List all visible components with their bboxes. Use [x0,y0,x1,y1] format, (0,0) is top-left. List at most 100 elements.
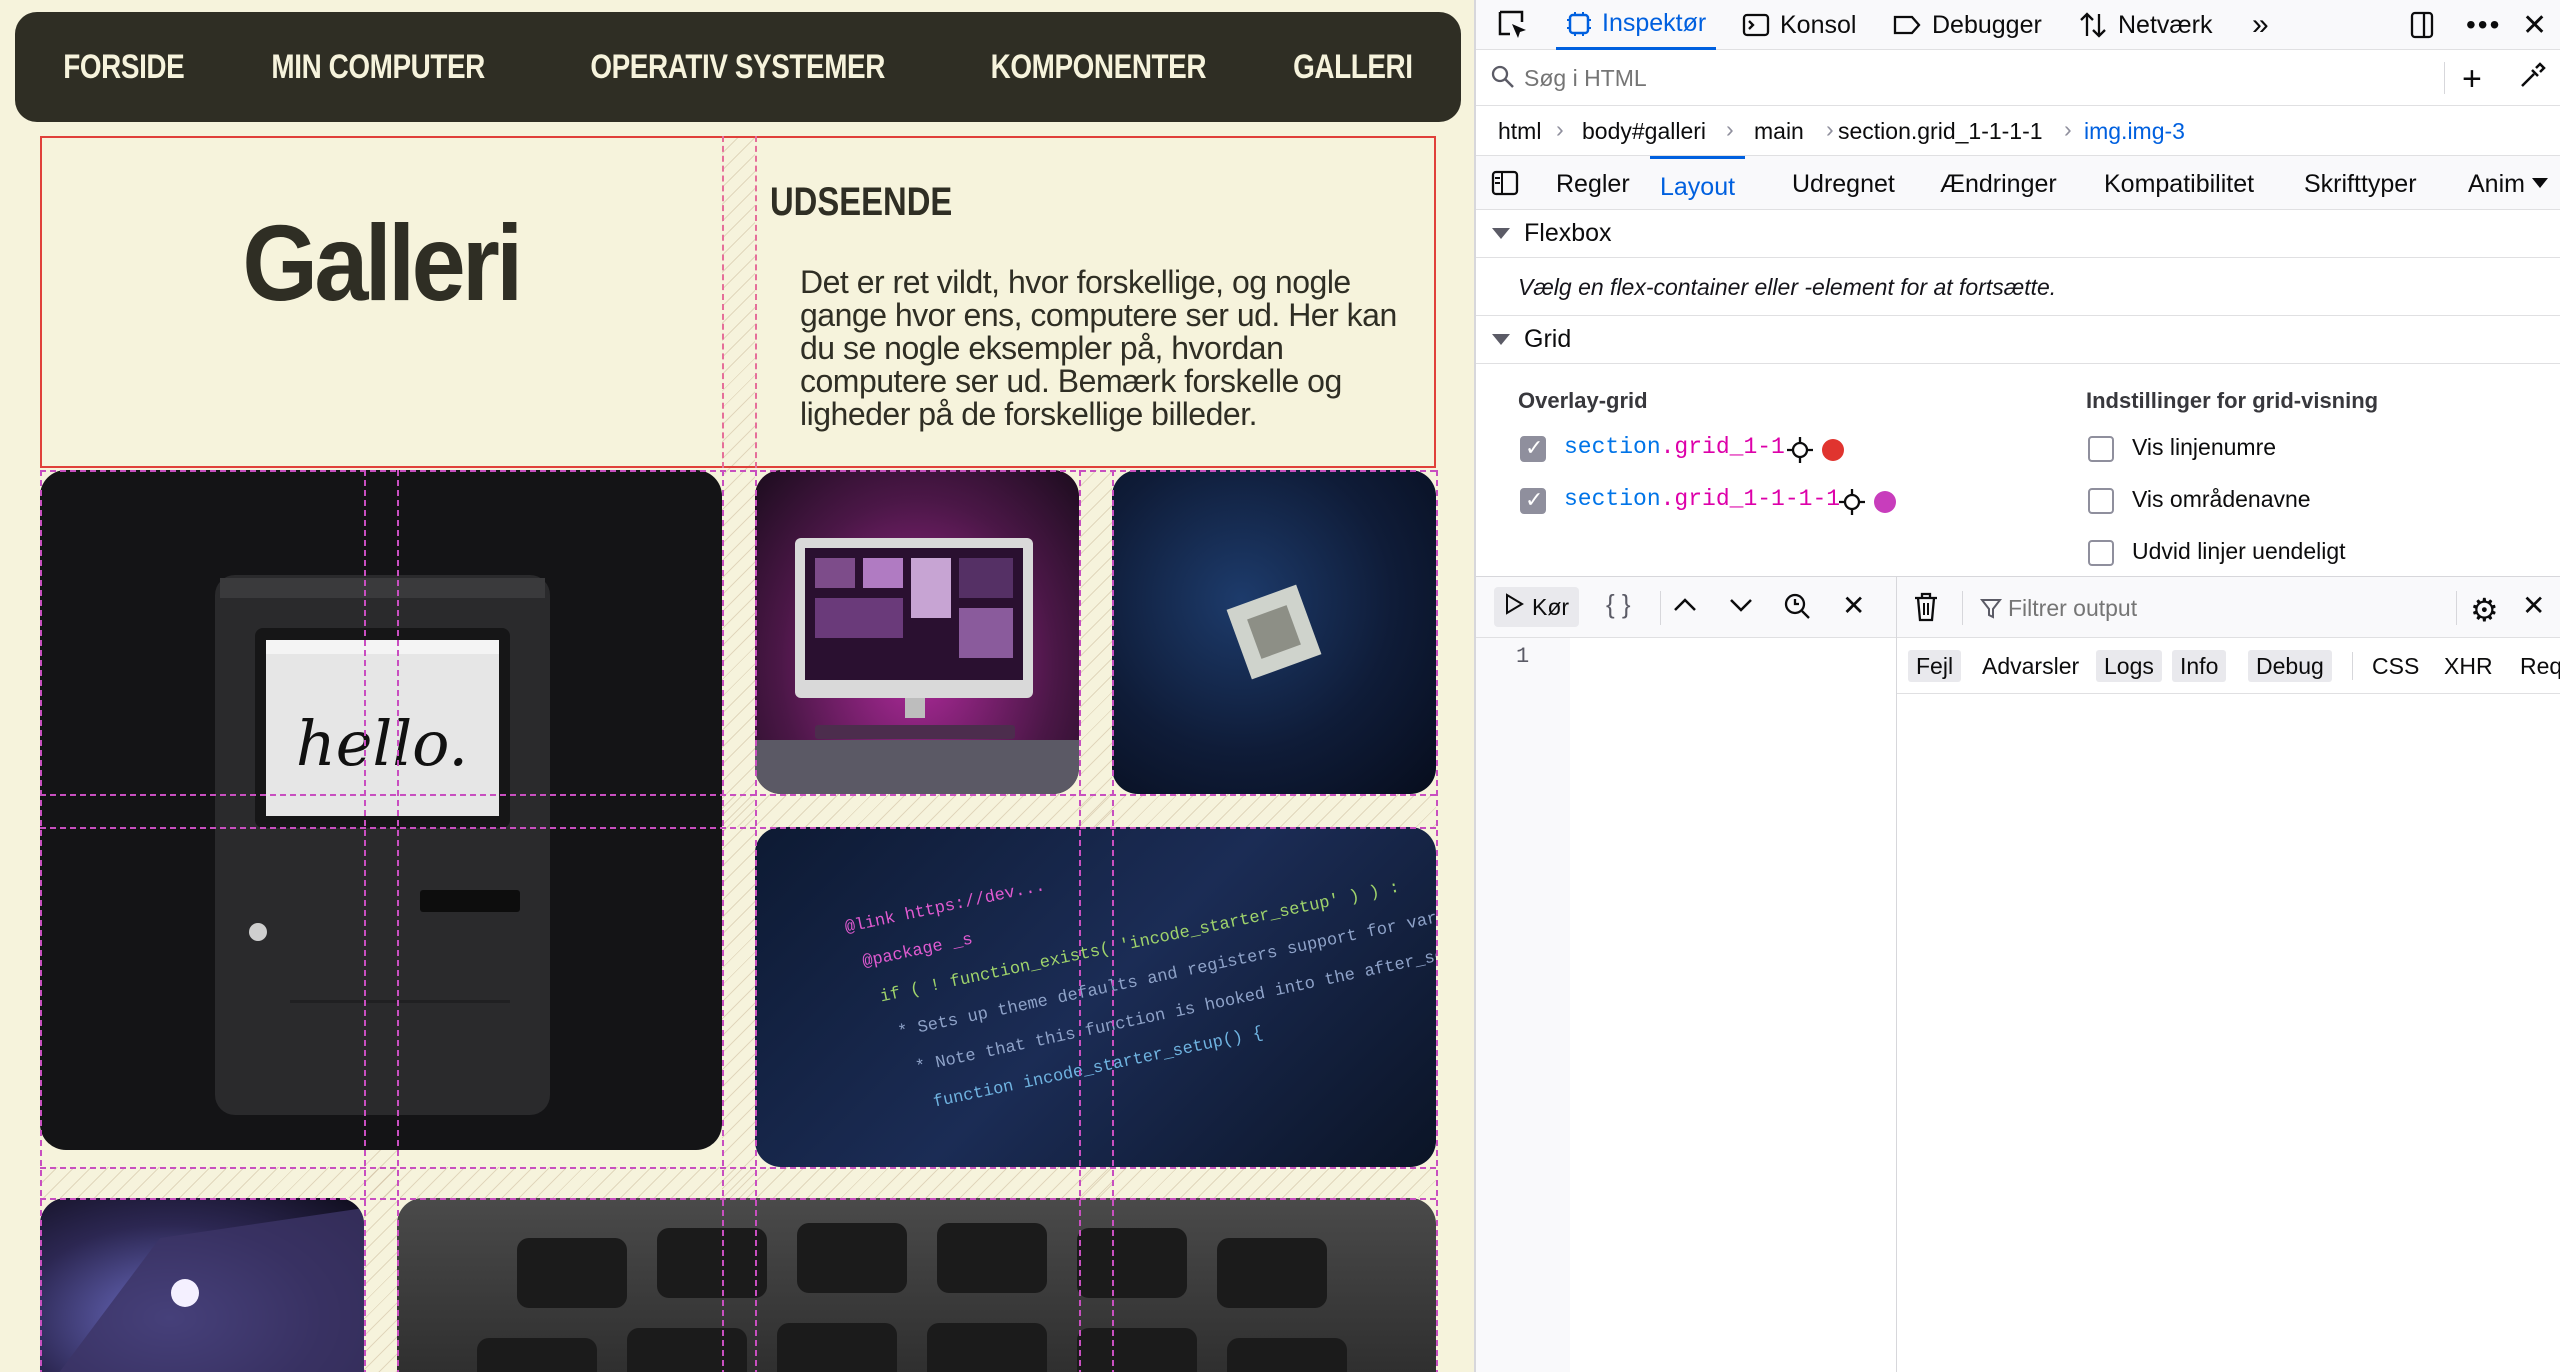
overlay-label-grid-1-1[interactable]: section.grid_1-1 [1564,434,1785,460]
divider [1896,577,1897,639]
chevron-right-icon: › [1556,116,1564,142]
tab-udregnet[interactable]: Udregnet [1792,170,1895,199]
filter-debug[interactable]: Debug [2248,650,2332,682]
grid-gap-overlay [40,1167,1436,1198]
tab-kompatibilitet[interactable]: Kompatibilitet [2104,170,2254,199]
macintosh-image[interactable]: hello. [40,470,722,1150]
dock-side-icon[interactable] [2408,0,2438,50]
overlay-color-swatch[interactable] [1874,491,1896,513]
tab-layout[interactable]: Layout [1650,156,1746,210]
chevron-right-icon: › [1826,116,1834,142]
run-button[interactable]: Kør [1494,587,1580,627]
tab-animationer[interactable]: Anima [2468,170,2526,199]
chip-illustration [1226,584,1322,680]
breadcrumb-item[interactable]: html [1498,118,1541,145]
macintosh-illustration: hello. [215,575,550,1115]
tab-debugger-label: Debugger [1932,10,2042,39]
show-area-names-label[interactable]: Vis områdenavne [2132,486,2311,513]
tab-debugger[interactable]: Debugger [1892,0,2042,50]
overflow-dropdown-icon[interactable] [2532,178,2548,188]
grid-line [40,1198,1436,1200]
nav-link-min-computer[interactable]: MIN COMPUTER [271,48,485,87]
filter-fejl[interactable]: Fejl [1908,650,1962,682]
filter-advarsler[interactable]: Advarsler [1982,650,2079,682]
eyedropper-icon[interactable] [2516,62,2546,92]
filter-logs[interactable]: Logs [2096,650,2162,682]
html-search-bar: + [1476,50,2560,106]
element-picker-icon[interactable] [1496,0,1530,50]
flexbox-section-header[interactable]: Flexbox [1476,210,2560,258]
reverse-search-icon[interactable] [1782,591,1812,626]
history-up-icon[interactable] [1672,595,1698,620]
debugger-icon [1892,12,1922,38]
pretty-print-icon[interactable]: { } [1606,589,1631,620]
breadcrumb-item[interactable]: section.grid_1-1-1-1 [1838,118,2043,145]
grid-line [755,136,757,468]
html-search-input[interactable] [1524,60,2404,96]
grid-section-header[interactable]: Grid [1476,316,2560,364]
filter-requests[interactable]: Req [2520,650,2560,682]
desk-setup-image[interactable] [755,470,1079,794]
close-devtools-icon[interactable]: ✕ [2522,0,2547,50]
trash-icon[interactable] [1912,591,1940,628]
nav-link-forside[interactable]: FORSIDE [63,48,184,87]
tab-inspektor-label: Inspektør [1602,9,1707,37]
tab-regler[interactable]: Regler [1556,170,1630,199]
tab-aendringer[interactable]: Ændringer [1940,170,2057,199]
grid-line [40,827,1436,829]
nav-link-galleri[interactable]: GALLERI [1293,48,1413,87]
extend-lines-label[interactable]: Udvid linjer uendeligt [2132,538,2346,565]
filter-xhr[interactable]: XHR [2444,650,2493,682]
divider [2352,652,2353,680]
nav-link-operativ-systemer[interactable]: OPERATIV SYSTEMER [590,48,885,87]
grid-line [1112,470,1114,1372]
overlay-checkbox-grid-1-1-1-1[interactable] [1520,487,1546,514]
laptop-image[interactable] [40,1198,364,1372]
tab-netvaerk-label: Netværk [2118,10,2213,39]
console-filter-input[interactable] [2008,591,2428,625]
extend-lines-checkbox[interactable] [2088,540,2114,566]
filter-css[interactable]: CSS [2372,650,2419,682]
history-down-icon[interactable] [1728,595,1754,620]
show-area-names-checkbox[interactable] [2088,488,2114,514]
grid-settings-heading: Indstillinger for grid-visning [2086,388,2379,413]
add-node-icon[interactable]: + [2462,60,2482,99]
code-screen-image[interactable]: @link https://dev... @package _s if ( ! … [755,827,1436,1167]
caret-down-icon [1492,334,1510,345]
breadcrumb-item[interactable]: main [1754,118,1804,145]
show-line-numbers-label[interactable]: Vis linjenumre [2132,434,2276,461]
more-tabs-chevron-icon[interactable]: » [2252,0,2269,50]
breadcrumb: html › body#galleri › main › section.gri… [1476,106,2560,156]
play-icon [1504,593,1524,621]
highlight-crosshair-icon[interactable] [1786,436,1814,469]
more-options-icon[interactable]: ••• [2466,0,2501,50]
gear-icon[interactable]: ⚙ [2470,591,2499,629]
code-illustration: @link https://dev... @package _s if ( ! … [843,877,1436,1112]
search-icon [1490,64,1516,90]
overlay-label-grid-1-1-1-1[interactable]: section.grid_1-1-1-1 [1564,486,1840,512]
close-console-icon[interactable]: ✕ [2522,589,2545,622]
toggle-pane-icon[interactable] [1490,168,1520,205]
intro-text: Det er ret vildt, hvor forskellige, og n… [800,264,1397,432]
tab-skrifttyper[interactable]: Skrifttyper [2304,170,2417,199]
grid-line [364,470,366,1372]
overlay-checkbox-grid-1-1[interactable] [1520,435,1546,462]
tab-inspektor[interactable]: Inspektør [1556,0,1717,50]
overlay-color-swatch[interactable] [1822,439,1844,461]
console-editor[interactable] [1570,638,1896,1372]
show-line-numbers-checkbox[interactable] [2088,436,2114,462]
keyboard-image[interactable] [397,1198,1436,1372]
grid-line [40,794,1436,796]
highlight-crosshair-icon[interactable] [1838,488,1866,521]
grid-line [1436,470,1438,1372]
tab-konsol[interactable]: Konsol [1742,0,1856,50]
breadcrumb-item[interactable]: body#galleri [1582,118,1706,145]
nav-link-komponenter[interactable]: KOMPONENTER [991,48,1207,87]
cpu-chip-image[interactable] [1112,470,1436,794]
mac-screen-text: hello. [296,707,468,780]
tab-netvaerk[interactable]: Netværk [2078,0,2212,50]
breadcrumb-item-selected[interactable]: img.img-3 [2084,118,2185,145]
close-editor-icon[interactable]: ✕ [1842,589,1865,622]
filter-info[interactable]: Info [2172,650,2227,682]
devtools-panel: Inspektør Konsol Debugger Netværk » ••• … [1474,0,2560,1372]
